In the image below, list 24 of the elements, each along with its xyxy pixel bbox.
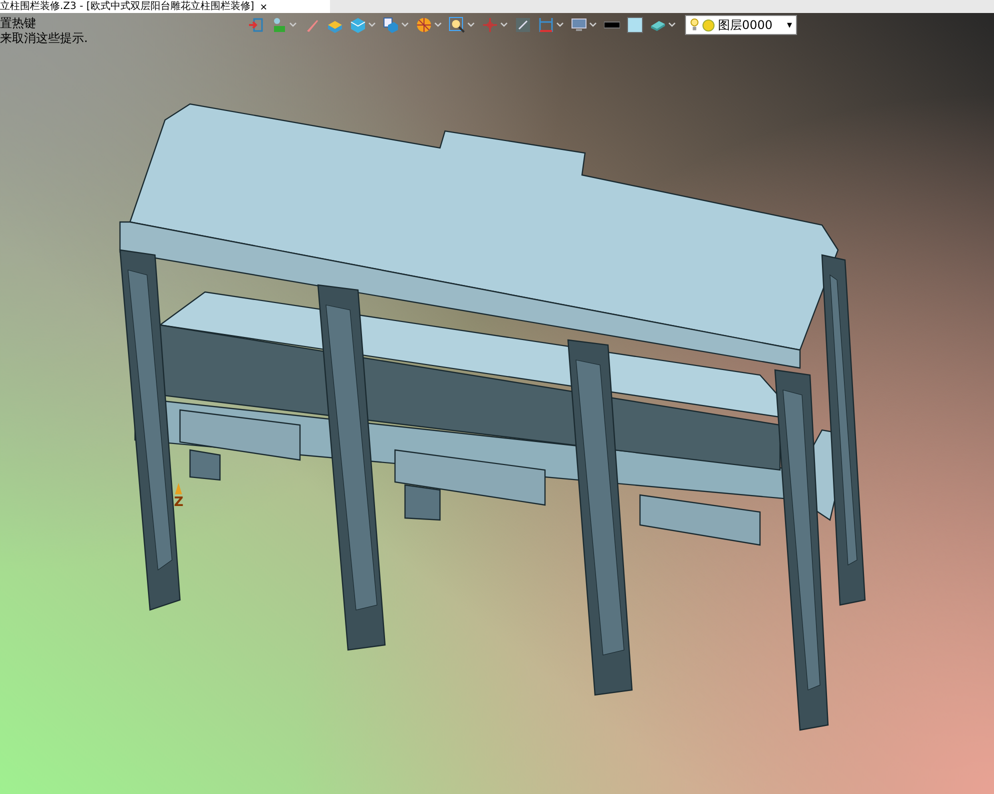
hint-text: 置热键	[0, 16, 37, 31]
axis-arrow-icon	[174, 482, 184, 496]
chevron-down-icon[interactable]	[589, 21, 597, 29]
chevron-down-icon[interactable]	[556, 21, 564, 29]
fill-color-swatch[interactable]	[627, 17, 643, 33]
line-color-swatch[interactable]	[604, 21, 620, 29]
lightbulb-icon	[690, 18, 699, 32]
chevron-down-icon[interactable]	[401, 21, 409, 29]
cube-icon[interactable]	[350, 17, 366, 33]
axis-label: Z	[174, 496, 184, 509]
chevron-down-icon[interactable]	[668, 21, 676, 29]
layer-dropdown[interactable]: 图层0000 ▾	[685, 15, 797, 35]
chevron-down-icon[interactable]	[368, 21, 376, 29]
hint-text: 来取消这些提示.	[0, 31, 88, 46]
document-tab[interactable]: 立柱围栏装修.Z3 - [欧式中式双层阳台雕花立柱围栏装修] ×	[0, 0, 330, 13]
close-tab-button[interactable]: ×	[258, 0, 270, 12]
chevron-down-icon[interactable]	[467, 21, 475, 29]
chevron-down-icon[interactable]	[500, 21, 508, 29]
monitor-icon[interactable]	[571, 17, 587, 33]
chevron-down-icon[interactable]	[289, 21, 297, 29]
tab-title: 立柱围栏装修.Z3 - [欧式中式双层阳台雕花立柱围栏装修]	[0, 0, 254, 12]
sun-icon	[702, 18, 715, 32]
chevron-down-icon[interactable]	[434, 21, 442, 29]
zoom-icon[interactable]	[449, 17, 465, 33]
